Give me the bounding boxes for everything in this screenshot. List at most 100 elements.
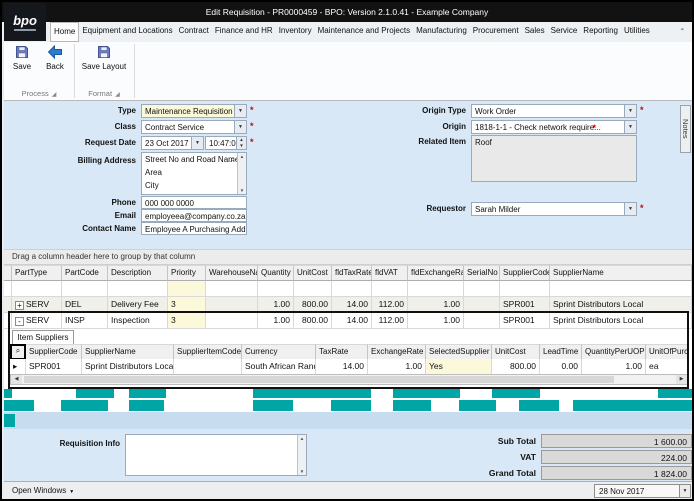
save-button[interactable]: Save	[6, 44, 38, 71]
open-windows-button[interactable]: Open Windows▼	[12, 486, 74, 495]
filter-cell[interactable]	[258, 281, 294, 297]
scrollbar-thumb[interactable]	[24, 376, 614, 383]
cell-description[interactable]: Inspection	[108, 313, 168, 329]
tab-reporting[interactable]: Reporting	[580, 22, 621, 42]
cell-fldexchangerate[interactable]: 1.00	[408, 297, 464, 313]
tab-inventory[interactable]: Inventory	[276, 22, 315, 42]
column-header-selectedsupplier[interactable]: SelectedSupplier	[426, 344, 492, 360]
filter-cell[interactable]	[464, 281, 500, 297]
related-item-field[interactable]: Roof	[471, 135, 637, 182]
grid-group-panel[interactable]: Drag a column header here to group by th…	[4, 249, 694, 265]
spin-up-icon[interactable]: ▲	[239, 137, 243, 142]
tab-utilities[interactable]: Utilities	[621, 22, 653, 42]
cell-exchangerate[interactable]: 1.00	[368, 359, 426, 375]
scrollbar-vertical[interactable]: ▲ ▼	[237, 153, 246, 194]
scroll-down-icon[interactable]: ▼	[238, 188, 246, 193]
requisition-info-field[interactable]: ▲ ▼	[125, 434, 307, 476]
column-header-serialno[interactable]: SerialNo	[464, 265, 500, 281]
cell-unitofpurchase[interactable]: ea	[646, 359, 688, 375]
cell-warehousename[interactable]	[206, 313, 258, 329]
cell-serialno[interactable]	[464, 313, 500, 329]
cell-currency[interactable]: South African Rand	[242, 359, 316, 375]
column-header-description[interactable]: Description	[108, 265, 168, 281]
billing-address-field[interactable]: Street No and Road Name Area City ⌕ ▲ ▼	[141, 152, 247, 195]
dialog-launcher-icon[interactable]: ◢	[52, 92, 57, 98]
scroll-right-icon[interactable]: ▶	[676, 375, 687, 384]
type-field[interactable]: Maintenance Requisition ▼	[141, 104, 247, 118]
cell-parttype[interactable]: +SERV	[12, 297, 62, 313]
scrollbar-vertical[interactable]: ▲ ▼	[297, 435, 306, 475]
column-header-fldvat[interactable]: fldVAT	[372, 265, 408, 281]
expand-icon[interactable]: +	[15, 301, 24, 310]
cell-suppliername[interactable]: Sprint Distributors Local	[550, 313, 692, 329]
spin-down-icon[interactable]: ▼	[239, 143, 243, 148]
cell-parttype[interactable]: -SERV	[12, 313, 62, 329]
column-header-fldexchangerate[interactable]: fldExchangeRate	[408, 265, 464, 281]
back-button[interactable]: Back	[40, 44, 70, 71]
search-icon[interactable]: ⌕	[230, 154, 235, 165]
filter-cell[interactable]	[108, 281, 168, 297]
cell-suppliername[interactable]: Sprint Distributors Local	[550, 297, 692, 313]
cell-priority[interactable]: 3	[168, 313, 206, 329]
chevron-down-icon[interactable]: ▼	[234, 121, 246, 133]
origin-field[interactable]: 1818-1-1 - Check network require... * ▼	[471, 120, 637, 134]
cell-fldtaxrate[interactable]: 14.00	[332, 313, 372, 329]
cell-supplieritemcode[interactable]	[174, 359, 242, 375]
tab-manufacturing[interactable]: Manufacturing	[413, 22, 470, 42]
column-header-priority[interactable]: Priority	[168, 265, 206, 281]
column-header-unitcost[interactable]: UnitCost	[294, 265, 332, 281]
cell-suppliercode[interactable]: SPR001	[26, 359, 82, 375]
column-header-supplieritemcode[interactable]: SupplierItemCode	[174, 344, 242, 360]
column-header-quantity[interactable]: Quantity	[258, 265, 294, 281]
cell-partcode[interactable]: INSP	[62, 313, 108, 329]
cell-description[interactable]: Delivery Fee	[108, 297, 168, 313]
save-layout-button[interactable]: Save Layout	[78, 44, 130, 71]
detail-row[interactable]: ▸ SPR001 Sprint Distributors Local South…	[10, 359, 688, 375]
requestor-field[interactable]: Sarah Milder ▼	[471, 202, 637, 216]
cell-taxrate[interactable]: 14.00	[316, 359, 368, 375]
cell-warehousename[interactable]	[206, 297, 258, 313]
cell-fldvat[interactable]: 112.00	[372, 313, 408, 329]
cell-quantityperuop[interactable]: 1.00	[582, 359, 646, 375]
cell-leadtime[interactable]: 0.00	[540, 359, 582, 375]
contact-name-field[interactable]: Employee A Purchasing Address	[141, 222, 247, 235]
filter-cell[interactable]	[62, 281, 108, 297]
chevron-down-icon[interactable]: ▼	[191, 137, 203, 149]
tab-service[interactable]: Service	[548, 22, 581, 42]
cell-unitcost[interactable]: 800.00	[294, 297, 332, 313]
column-header-unitofpurchase[interactable]: UnitOfPurchase	[646, 344, 688, 360]
filter-cell[interactable]	[332, 281, 372, 297]
column-header-taxrate[interactable]: TaxRate	[316, 344, 368, 360]
filter-cell[interactable]	[294, 281, 332, 297]
tab-notes[interactable]: Notes	[680, 105, 691, 153]
tab-sales[interactable]: Sales	[522, 22, 548, 42]
spinner-icon[interactable]: ▲▼	[236, 137, 246, 149]
tab-procurement[interactable]: Procurement	[470, 22, 522, 42]
chevron-down-icon[interactable]: ▼	[624, 121, 636, 133]
scroll-up-icon[interactable]: ▲	[238, 154, 246, 159]
filter-cell[interactable]	[372, 281, 408, 297]
collapse-icon[interactable]: -	[15, 317, 24, 326]
cell-suppliercode[interactable]: SPR001	[500, 313, 550, 329]
column-header-warehousename[interactable]: WarehouseName	[206, 265, 258, 281]
column-header-currency[interactable]: Currency	[242, 344, 316, 360]
chevron-down-icon[interactable]: ▼	[234, 105, 246, 117]
table-row[interactable]: -SERV INSP Inspection 3 1.00 800.00 14.0…	[4, 313, 694, 329]
dialog-launcher-icon[interactable]: ◢	[115, 92, 120, 98]
filter-cell[interactable]	[408, 281, 464, 297]
scroll-down-icon[interactable]: ▼	[298, 469, 306, 474]
column-header-partcode[interactable]: PartCode	[62, 265, 108, 281]
tab-finance-and-hr[interactable]: Finance and HR	[212, 22, 276, 42]
filter-cell[interactable]	[12, 281, 62, 297]
search-icon[interactable]: ⌕	[10, 344, 26, 360]
column-header-quantityperuop[interactable]: QuantityPerUOP	[582, 344, 646, 360]
cell-quantity[interactable]: 1.00	[258, 297, 294, 313]
chevron-down-icon[interactable]: ▼	[679, 485, 690, 497]
status-date-field[interactable]: 28 Nov 2017 ▼	[594, 484, 691, 498]
tab-home[interactable]: Home	[50, 22, 79, 42]
cell-suppliercode[interactable]: SPR001	[500, 297, 550, 313]
chevron-down-icon[interactable]: ▼	[624, 203, 636, 215]
cell-unitcost[interactable]: 800.00	[294, 313, 332, 329]
table-row[interactable]: +SERV DEL Delivery Fee 3 1.00 800.00 14.…	[4, 297, 694, 313]
cell-quantity[interactable]: 1.00	[258, 313, 294, 329]
